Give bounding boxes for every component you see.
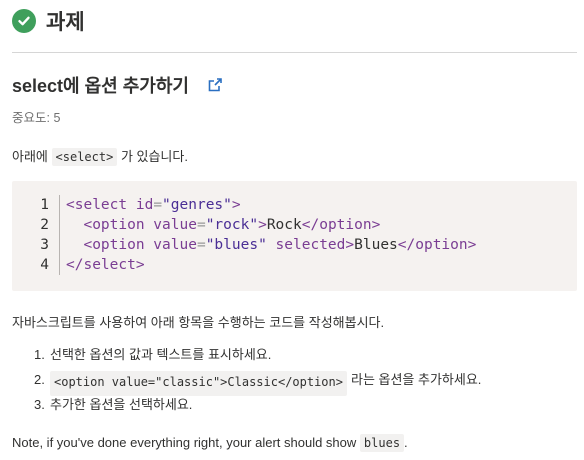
code-token: Blues [354, 237, 398, 253]
header-title: 과제 [46, 11, 85, 34]
step-number: 1. [34, 347, 45, 362]
task-title-row: select에 옵션 추가하기 [12, 72, 223, 98]
page: 과제 select에 옵션 추가하기 중요도: 5 아래에 <select> 가… [0, 0, 584, 460]
note-text: Note, if you've done everything right, y… [12, 435, 357, 450]
code-token: value [144, 217, 197, 233]
line-gutter [59, 215, 60, 235]
code-token: > [231, 197, 241, 213]
code-token: selected [266, 237, 346, 253]
step-number: 2. [34, 372, 45, 387]
task-header: 과제 [12, 6, 85, 36]
code-token: "rock" [205, 217, 259, 233]
line-gutter [59, 235, 60, 255]
line-number: 1 [40, 197, 49, 213]
code-text: <option value="blues" selected>Blues</op… [66, 235, 476, 255]
step-number: 3. [34, 397, 45, 412]
task-title: select에 옵션 추가하기 [12, 76, 189, 96]
code-token: </option> [301, 217, 381, 233]
code-token: > [258, 217, 267, 233]
code-token: = [153, 197, 163, 213]
code-token: <select [66, 197, 128, 213]
divider [12, 52, 577, 53]
code-token: value [144, 237, 197, 253]
intro-code: <select> [51, 148, 118, 166]
code-token: > [345, 237, 355, 253]
check-circle-icon [12, 9, 36, 33]
code-line: 4 </select> [12, 255, 476, 275]
code-token: "blues" [205, 237, 267, 253]
code-token: <option [83, 217, 145, 233]
open-in-new-window-icon[interactable] [207, 77, 223, 93]
code-token: </option> [397, 237, 477, 253]
instruction-paragraph: 자바스크립트를 사용하여 아래 항목을 수행하는 코드를 작성해봅시다. [12, 315, 385, 330]
code-token: = [196, 217, 206, 233]
code-lines: 1 <select id="genres"> 2 <option value="… [12, 195, 476, 275]
code-token: = [196, 237, 206, 253]
step-text: 추가한 옵션을 선택하세요. [50, 397, 193, 412]
line-gutter [59, 195, 60, 215]
code-text: <select id="genres"> [66, 195, 241, 215]
step-text: 라는 옵션을 추가하세요. [350, 372, 482, 387]
code-token: </select> [66, 257, 145, 273]
step-code: <option value="classic">Classic</option> [50, 371, 347, 396]
code-token: "genres" [162, 197, 232, 213]
line-number: 4 [40, 257, 49, 273]
code-text: <option value="rock">Rock</option> [66, 215, 380, 235]
code-text: </select> [66, 255, 145, 275]
line-number: 2 [40, 217, 49, 233]
step-text: 선택한 옵션의 값과 텍스트를 표시하세요. [50, 347, 272, 362]
intro-prefix: 아래에 [12, 149, 48, 164]
code-block: 1 <select id="genres"> 2 <option value="… [12, 181, 577, 291]
intro-suffix: 가 있습니다. [120, 149, 188, 164]
code-line: 3 <option value="blues" selected>Blues</… [12, 235, 476, 255]
code-line: 2 <option value="rock">Rock</option> [12, 215, 476, 235]
steps-list: 1. 선택한 옵션의 값과 텍스트를 표시하세요. 2. <option val… [34, 346, 481, 421]
importance-label: 중요도: 5 [12, 111, 61, 125]
list-item: 2. <option value="classic">Classic</opti… [34, 371, 481, 396]
code-line: 1 <select id="genres"> [12, 195, 476, 215]
note-paragraph: Note, if you've done everything right, y… [12, 434, 408, 452]
line-number: 3 [40, 237, 49, 253]
code-token: id [127, 197, 154, 213]
line-gutter [59, 255, 60, 275]
note-code: blues [359, 434, 405, 452]
intro-paragraph: 아래에 <select> 가 있습니다. [12, 146, 188, 166]
note-end: . [404, 435, 408, 450]
list-item: 3. 추가한 옵션을 선택하세요. [34, 396, 481, 421]
code-token: Rock [266, 217, 302, 233]
code-token: <option [83, 237, 145, 253]
list-item: 1. 선택한 옵션의 값과 텍스트를 표시하세요. [34, 346, 481, 371]
